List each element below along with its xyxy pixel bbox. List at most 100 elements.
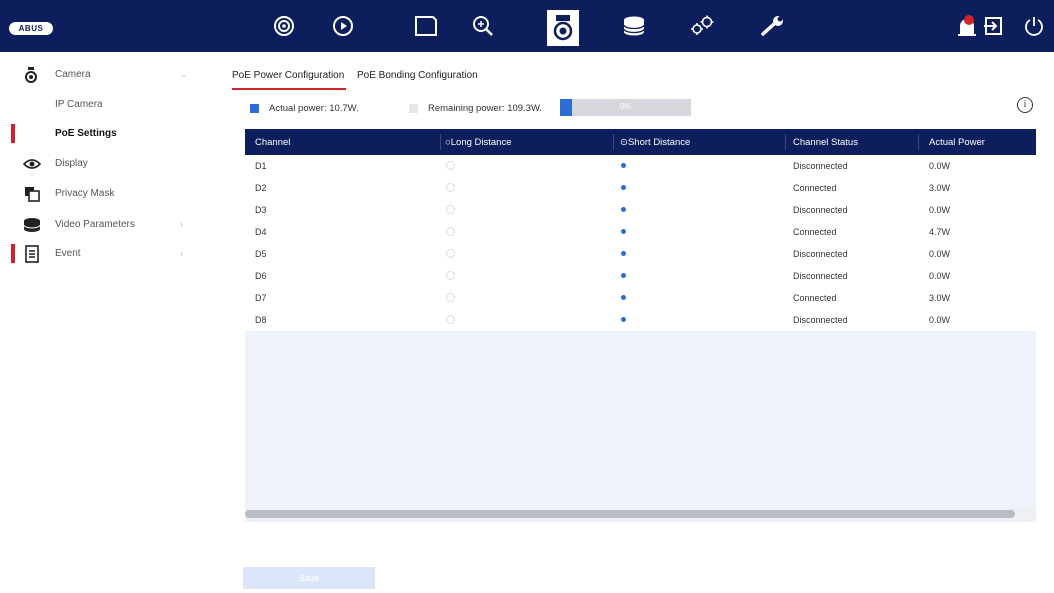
table-row: D8 Disconnected 0.0W xyxy=(245,309,1036,331)
power-off-icon[interactable] xyxy=(1018,10,1050,42)
short-distance-radio[interactable] xyxy=(619,161,628,170)
privacy-mask-icon xyxy=(23,185,41,203)
camera-icon xyxy=(23,66,41,84)
horizontal-scrollbar[interactable] xyxy=(245,510,1015,518)
actual-power-cell: 3.0W xyxy=(929,293,951,303)
short-distance-radio[interactable] xyxy=(619,227,628,236)
channel-cell: D1 xyxy=(255,161,267,171)
sidebar-item-label: Display xyxy=(55,158,88,169)
configuration-icon[interactable] xyxy=(547,10,579,46)
table-row: D7 Connected 3.0W xyxy=(245,287,1036,309)
column-header-short-distance[interactable]: ⊙Short Distance xyxy=(620,137,690,148)
storage-icon[interactable] xyxy=(618,10,650,42)
table-row: D5 Disconnected 0.0W xyxy=(245,243,1036,265)
table-row: D3 Disconnected 0.0W xyxy=(245,199,1036,221)
live-view-icon[interactable] xyxy=(268,10,300,42)
tab-poe-bonding-configuration[interactable]: PoE Bonding Configuration xyxy=(357,70,478,81)
long-distance-radio[interactable] xyxy=(446,183,455,192)
actual-power-cell: 0.0W xyxy=(929,249,951,259)
channel-cell: D5 xyxy=(255,249,267,259)
event-indicator xyxy=(11,244,15,263)
actual-power-cell: 3.0W xyxy=(929,183,951,193)
info-icon[interactable]: i xyxy=(1017,97,1033,113)
sidebar: Camera ⌄ IP Camera PoE Settings Display … xyxy=(0,52,200,593)
short-distance-radio[interactable] xyxy=(619,315,628,324)
remaining-power-legend xyxy=(409,104,418,113)
long-distance-radio[interactable] xyxy=(446,293,455,302)
table-row: D6 Disconnected 0.0W xyxy=(245,265,1036,287)
short-distance-radio[interactable] xyxy=(619,249,628,258)
column-header-actual-power: Actual Power xyxy=(929,137,985,148)
remaining-power-label: Remaining power: 109.3W. xyxy=(428,103,543,114)
maintenance-wrench-icon[interactable] xyxy=(757,10,789,42)
long-distance-radio[interactable] xyxy=(446,249,455,258)
actual-power-label: Actual power: 10.7W. xyxy=(269,103,359,114)
active-tab-underline xyxy=(232,88,346,90)
short-distance-radio[interactable] xyxy=(619,293,628,302)
brand-logo: ABUS xyxy=(9,22,53,35)
column-header-channel-status: Channel Status xyxy=(793,137,858,148)
channel-status-cell: Disconnected xyxy=(793,271,848,281)
channel-status-cell: Connected xyxy=(793,227,837,237)
active-indicator xyxy=(11,124,15,143)
power-usage-bar: 9% xyxy=(560,99,691,116)
sidebar-item-label: Event xyxy=(55,248,81,259)
chevron-right-icon: › xyxy=(180,219,183,229)
sidebar-item-event[interactable]: Event › xyxy=(0,241,200,267)
sidebar-item-ip-camera[interactable]: IP Camera xyxy=(0,92,200,118)
channel-status-cell: Connected xyxy=(793,183,837,193)
actual-power-cell: 0.0W xyxy=(929,161,951,171)
table-row: D2 Connected 3.0W xyxy=(245,177,1036,199)
top-navigation-bar: ABUS xyxy=(0,0,1054,52)
column-divider xyxy=(785,134,786,150)
table-row: D1 Disconnected 0.0W xyxy=(245,155,1036,177)
column-header-channel: Channel xyxy=(255,137,291,148)
playback-icon[interactable] xyxy=(327,10,359,42)
actual-power-legend xyxy=(250,104,259,113)
tab-poe-power-configuration[interactable]: PoE Power Configuration xyxy=(232,70,344,81)
table-row: D4 Connected 4.7W xyxy=(245,221,1036,243)
channel-cell: D6 xyxy=(255,271,267,281)
sidebar-item-video-parameters[interactable]: Video Parameters › xyxy=(0,212,200,238)
actual-power-cell: 0.0W xyxy=(929,315,951,325)
column-header-long-distance[interactable]: ○Long Distance xyxy=(445,137,511,148)
long-distance-radio[interactable] xyxy=(446,271,455,280)
chevron-down-icon: ⌄ xyxy=(180,69,188,79)
sidebar-item-privacy-mask[interactable]: Privacy Mask xyxy=(0,181,200,207)
short-distance-radio[interactable] xyxy=(619,205,628,214)
column-divider xyxy=(613,134,614,150)
system-settings-icon[interactable] xyxy=(686,10,718,42)
save-button[interactable]: Save xyxy=(243,567,375,589)
channel-status-cell: Disconnected xyxy=(793,161,848,171)
table-header: Channel ○Long Distance ⊙Short Distance C… xyxy=(245,129,1036,155)
channel-cell: D7 xyxy=(255,293,267,303)
eye-icon xyxy=(23,155,41,173)
power-summary: Actual power: 10.7W. Remaining power: 10… xyxy=(250,98,710,118)
long-distance-radio[interactable] xyxy=(446,315,455,324)
long-distance-radio[interactable] xyxy=(446,227,455,236)
poe-channel-table: Channel ○Long Distance ⊙Short Distance C… xyxy=(245,129,1036,522)
channel-status-cell: Disconnected xyxy=(793,205,848,215)
sidebar-item-label: PoE Settings xyxy=(55,128,117,139)
channel-cell: D4 xyxy=(255,227,267,237)
sidebar-item-display[interactable]: Display xyxy=(0,151,200,177)
channel-status-cell: Disconnected xyxy=(793,249,848,259)
short-distance-radio[interactable] xyxy=(619,271,628,280)
short-distance-radio[interactable] xyxy=(619,183,628,192)
column-divider xyxy=(440,134,441,150)
channel-cell: D3 xyxy=(255,205,267,215)
event-list-icon xyxy=(23,245,41,263)
power-usage-percent: 9% xyxy=(619,102,632,111)
file-management-icon[interactable] xyxy=(410,10,442,42)
long-distance-radio[interactable] xyxy=(446,161,455,170)
actual-power-cell: 4.7W xyxy=(929,227,951,237)
sidebar-item-label: Camera xyxy=(55,69,91,80)
channel-status-cell: Disconnected xyxy=(793,315,848,325)
database-icon xyxy=(23,216,41,234)
logout-icon[interactable] xyxy=(978,10,1010,42)
smart-search-icon[interactable] xyxy=(467,10,499,42)
long-distance-radio[interactable] xyxy=(446,205,455,214)
sidebar-item-camera[interactable]: Camera ⌄ xyxy=(0,62,200,88)
sidebar-item-label: Video Parameters xyxy=(55,219,135,230)
sidebar-item-poe-settings[interactable]: PoE Settings xyxy=(0,121,200,147)
